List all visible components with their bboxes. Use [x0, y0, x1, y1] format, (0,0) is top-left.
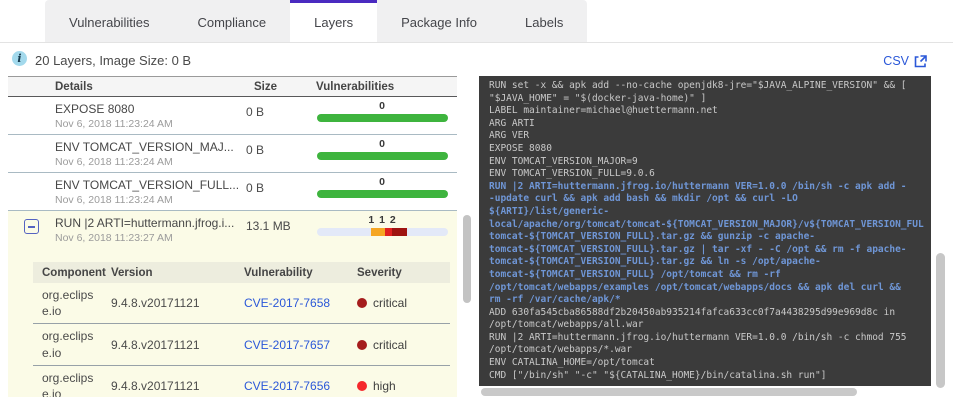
vuln-bar — [317, 114, 448, 122]
layer-size: 0 B — [246, 143, 265, 157]
dockerfile-panel[interactable]: RUN set -x && apk add --no-cache openjdk… — [479, 76, 931, 386]
tab-compliance[interactable]: Compliance — [173, 0, 290, 42]
cve-link[interactable]: CVE-2017-7657 — [244, 338, 330, 352]
col-size: Size — [254, 80, 278, 93]
layers-summary: 20 Layers, Image Size: 0 B — [35, 53, 192, 68]
col-vulnerabilities: Vulnerabilities — [316, 80, 395, 93]
col-component: Component — [42, 266, 106, 279]
csv-export-link[interactable]: CSV — [883, 54, 927, 68]
tab-vulnerabilities[interactable]: Vulnerabilities — [45, 0, 173, 42]
severity-label: critical — [373, 296, 408, 311]
csv-label: CSV — [883, 54, 909, 68]
col-vulnerability: Vulnerability — [244, 266, 313, 279]
vuln-count: 0 — [379, 100, 386, 112]
vuln-row: org.eclipse.io 9.4.8.v20171121 CVE-2017-… — [33, 283, 450, 323]
vuln-counts: 1 1 2 — [368, 214, 397, 226]
tab-layers[interactable]: Layers — [290, 0, 378, 42]
dockerfile-horizontal-scrollbar[interactable] — [481, 388, 857, 396]
vuln-count: 0 — [379, 138, 386, 150]
cve-link[interactable]: CVE-2017-7656 — [244, 379, 330, 393]
cve-link[interactable]: CVE-2017-7658 — [244, 296, 330, 310]
layers-table: Details Size Vulnerabilities EXPOSE 8080… — [8, 76, 457, 397]
severity-segment-critical — [391, 228, 408, 236]
layer-size: 13.1 MB — [246, 219, 291, 233]
layers-table-scrollbar[interactable] — [463, 215, 471, 303]
layers-table-header: Details Size Vulnerabilities — [8, 76, 457, 97]
layer-size: 0 B — [246, 105, 265, 119]
component-name: org.eclipse.io — [42, 288, 94, 319]
layers-screen: Vulnerabilities Compliance Layers Packag… — [0, 0, 953, 406]
component-version: 9.4.8.v20171121 — [111, 296, 200, 311]
layer-date: Nov 6, 2018 11:23:24 AM — [55, 118, 173, 130]
layer-details: ENV TOMCAT_VERSION_MAJ... — [55, 140, 234, 154]
vuln-bar — [317, 190, 448, 198]
layer-details: EXPOSE 8080 — [55, 102, 135, 116]
component-version: 9.4.8.v20171121 — [111, 337, 200, 352]
col-details: Details — [55, 80, 93, 93]
tab-bar: Vulnerabilities Compliance Layers Packag… — [45, 0, 588, 42]
export-icon — [914, 54, 927, 67]
info-icon: i — [12, 51, 27, 66]
tab-labels[interactable]: Labels — [501, 0, 587, 42]
layer-details: ENV TOMCAT_VERSION_FULL... — [55, 178, 240, 192]
layer-row-expanded[interactable]: RUN |2 ARTI=huttermann.jfrog.i... Nov 6,… — [8, 211, 457, 262]
layer-vulnerabilities-table: Component Version Vulnerability Severity… — [33, 262, 450, 397]
vuln-severity-bar — [317, 228, 448, 236]
vuln-bar — [317, 152, 448, 160]
layer-date: Nov 6, 2018 11:23:24 AM — [55, 194, 173, 206]
severity-label: critical — [373, 337, 408, 352]
vuln-row: org.eclipse.io 9.4.8.v20171121 CVE-2017-… — [33, 364, 450, 397]
component-version: 9.4.8.v20171121 — [111, 378, 200, 393]
component-name: org.eclipse.io — [42, 329, 94, 360]
severity-label: high — [373, 378, 396, 393]
layer-date: Nov 6, 2018 11:23:27 AM — [55, 232, 173, 244]
collapse-icon[interactable] — [24, 219, 39, 234]
tab-package-info[interactable]: Package Info — [377, 0, 501, 42]
tab-bar-divider — [0, 42, 953, 43]
vuln-count: 0 — [379, 176, 386, 188]
layer-date: Nov 6, 2018 11:23:24 AM — [55, 156, 173, 168]
terminal-content: RUN set -x && apk add --no-cache openjdk… — [489, 80, 924, 381]
layer-details: RUN |2 ARTI=huttermann.jfrog.i... — [55, 216, 235, 230]
layer-row[interactable]: ENV TOMCAT_VERSION_MAJ... Nov 6, 2018 11… — [8, 135, 457, 173]
vuln-table-header: Component Version Vulnerability Severity — [33, 262, 450, 283]
component-name: org.eclipse.io — [42, 370, 94, 397]
dockerfile-vertical-scrollbar[interactable] — [936, 253, 945, 388]
severity-dot — [357, 298, 367, 309]
layer-row[interactable]: ENV TOMCAT_VERSION_FULL... Nov 6, 2018 1… — [8, 173, 457, 211]
layer-size: 0 B — [246, 181, 265, 195]
col-severity: Severity — [357, 266, 402, 279]
severity-dot — [357, 380, 367, 391]
vuln-row: org.eclipse.io 9.4.8.v20171121 CVE-2017-… — [33, 323, 450, 364]
col-version: Version — [111, 266, 153, 279]
severity-dot — [357, 339, 367, 350]
severity-segment-medium — [370, 228, 386, 236]
layer-row[interactable]: EXPOSE 8080 Nov 6, 2018 11:23:24 AM 0 B … — [8, 97, 457, 135]
expanded-layer-block: RUN |2 ARTI=huttermann.jfrog.i... Nov 6,… — [8, 211, 457, 397]
